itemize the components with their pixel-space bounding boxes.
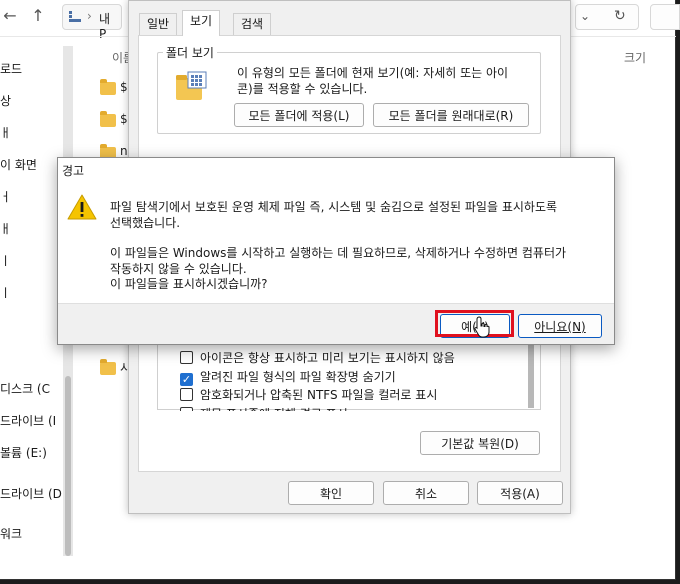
list-item[interactable]: n [120, 144, 128, 158]
sidebar-item[interactable]: 상 [0, 92, 11, 109]
refresh-icon[interactable]: ↻ [614, 8, 626, 24]
back-icon[interactable]: ← [0, 6, 20, 26]
column-header-size[interactable]: 크기 [624, 49, 646, 66]
folder-icon [100, 111, 116, 127]
checkbox[interactable] [180, 407, 193, 411]
hand-cursor-icon [474, 316, 490, 338]
advanced-setting-label: 아이콘은 항상 표시하고 미리 보기는 표시하지 않음 [200, 351, 455, 365]
sidebar-item[interactable]: ㅐ [0, 220, 11, 237]
folder-icon [100, 79, 116, 95]
advanced-setting-label: 암호화되거나 압축된 NTFS 파일을 컬러로 표시 [200, 388, 438, 402]
dialog-message: 이 파일들은 Windows를 시작하고 실행하는 데 필요하므로, 삭제하거나… [110, 246, 567, 260]
chevron-down-icon[interactable]: ⌄ [580, 9, 590, 23]
ok-button[interactable]: 확인 [288, 481, 374, 505]
checkbox-checked[interactable]: ✓ [180, 373, 193, 386]
checkbox[interactable] [180, 388, 193, 401]
folder-view-group-label: 폴더 보기 [163, 44, 217, 61]
sidebar-item[interactable]: ㅓ [0, 188, 11, 205]
folder-view-description-2: 콘)를 적용할 수 있습니다. [237, 82, 368, 96]
advanced-setting-label: 제목 표시줄에 전체 경로 표시 [200, 407, 348, 411]
reset-folders-button[interactable]: 모든 폴더를 원래대로(R) [373, 103, 529, 127]
dialog-message: 이 파일들을 표시하시겠습니까? [110, 277, 268, 291]
advanced-setting-row[interactable]: ✓ 알려진 파일 형식의 파일 확장명 숨기기 [180, 368, 396, 386]
sidebar-item[interactable]: 워크 [0, 525, 22, 542]
dialog-title: 경고 [62, 164, 85, 178]
this-pc-icon [69, 11, 81, 22]
advanced-list-scrollbar[interactable] [528, 342, 534, 408]
chevron-right-icon: › [87, 9, 92, 23]
folder-icon [100, 359, 116, 375]
sidebar-item[interactable]: 드라이브 (D: [0, 485, 66, 502]
sidebar-item[interactable]: ㅣ [0, 252, 11, 269]
warning-icon [67, 194, 97, 220]
apply-to-folders-button[interactable]: 모든 폴더에 적용(L) [234, 103, 364, 127]
apply-button[interactable]: 적용(A) [477, 481, 563, 505]
advanced-setting-row[interactable]: 아이콘은 항상 표시하고 미리 보기는 표시하지 않음 [180, 349, 455, 366]
folder-view-description: 이 유형의 모든 폴더에 현재 보기(예: 자세히 또는 아이 [237, 66, 509, 80]
cancel-button[interactable]: 취소 [383, 481, 469, 505]
sidebar-item[interactable]: 디스크 (C [0, 380, 50, 397]
advanced-setting-row[interactable]: 암호화되거나 압축된 NTFS 파일을 컬러로 표시 [180, 386, 437, 403]
address-bar-end[interactable]: ⌄ ↻ [575, 4, 639, 30]
tab-general[interactable]: 일반 [139, 13, 178, 35]
checkbox[interactable] [180, 351, 193, 364]
sidebar-item[interactable]: 드라이브 (I [0, 412, 56, 429]
folder-view-icon [176, 71, 207, 100]
screenshot-frame: ← ↑ › 내 P ⌄ ↻ 이름 크기 로드 상 ㅐ 이 화면 ㅓㅐㅣㅣ 디스크 (C 드라… [0, 0, 680, 580]
sidebar-item[interactable]: 이 화면 [0, 156, 37, 173]
dialog-message: 선택했습니다. [110, 216, 181, 230]
scrollbar-thumb[interactable] [65, 376, 71, 556]
tab-view[interactable]: 보기 [182, 10, 221, 36]
tab-search[interactable]: 검색 [233, 13, 272, 35]
search-input[interactable] [650, 4, 680, 30]
list-item[interactable]: $ [120, 112, 128, 126]
advanced-setting-row[interactable]: 제목 표시줄에 전체 경로 표시 [180, 405, 348, 411]
sidebar-item[interactable]: 볼륨 (E:) [0, 444, 47, 461]
advanced-setting-label: 알려진 파일 형식의 파일 확장명 숨기기 [200, 370, 396, 384]
sidebar-item[interactable]: 로드 [0, 60, 22, 77]
sidebar-item[interactable]: ㅐ [0, 124, 11, 141]
dialog-message: 파일 탐색기에서 보호된 운영 체제 파일 즉, 시스템 및 숨김으로 설정된 … [110, 200, 558, 214]
address-bar[interactable]: › 내 P [62, 4, 122, 41]
up-icon[interactable]: ↑ [28, 6, 48, 26]
no-button[interactable]: 아니요(N) [518, 314, 602, 338]
restore-defaults-button[interactable]: 기본값 복원(D) [420, 431, 540, 455]
list-item[interactable]: $ [120, 80, 128, 94]
sidebar-item[interactable]: ㅣ [0, 284, 11, 301]
